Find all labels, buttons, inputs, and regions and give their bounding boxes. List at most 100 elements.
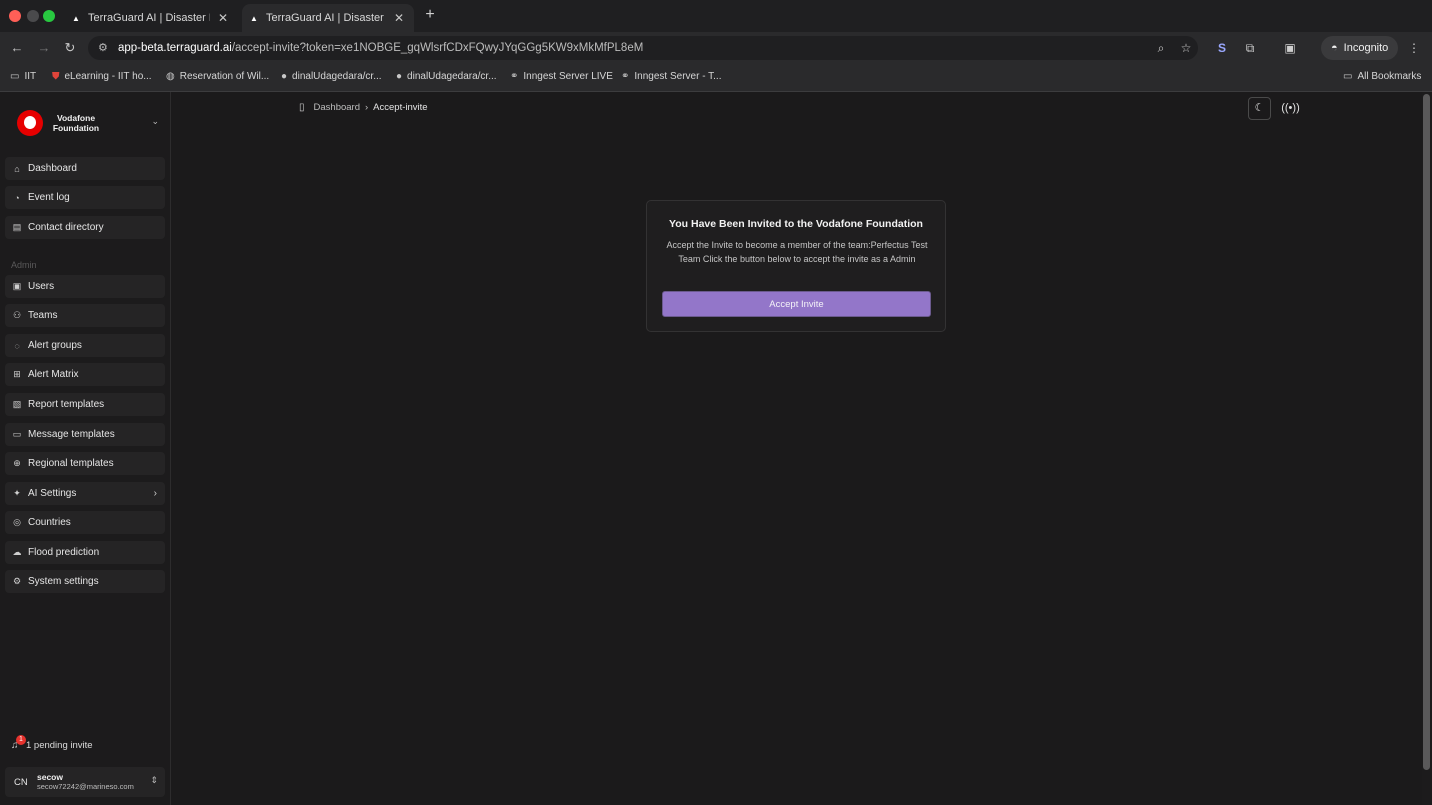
bookmark-item[interactable]: ⛊ eLearning - IIT ho... [52,71,152,82]
url-path: /accept-invite?token=xe1NOBGE_gqWlsrfCDx… [231,42,644,54]
link-icon: ⚭ [621,71,630,82]
back-arrow-icon[interactable]: ← [9,40,25,55]
theme-toggle-button[interactable]: ☾ [1248,97,1271,120]
link-icon: ⚭ [510,71,519,82]
github-icon: ● [281,71,288,82]
breadcrumb-dashboard[interactable]: Dashboard [314,102,360,113]
zoom-icon[interactable]: ⌕ [1153,41,1169,56]
all-bookmarks[interactable]: ▭ All Bookmarks [1343,71,1421,82]
chevron-up-down-icon: ⇕ [150,775,158,785]
bookmark-label: dinalUdagedara/cr... [407,71,497,82]
sidebar-item-regional-templates[interactable]: ⊕ Regional templates [5,452,165,475]
close-icon[interactable]: ✕ [216,11,230,25]
user-email: secow72242@marineso.com [37,782,134,791]
sidebar-item-contact-directory[interactable]: ▤ Contact directory [5,216,165,239]
folder-icon: ▭ [1343,71,1353,82]
incognito-icon: ◓ [1331,42,1338,54]
extension-s-icon[interactable]: S [1214,41,1230,55]
sidebar-item-label: Alert groups [28,340,82,351]
sidebar-item-alert-groups[interactable]: ◌ Alert groups [5,334,165,357]
scrollbar[interactable] [1422,92,1432,805]
notification-badge: 1 [16,735,26,745]
close-icon[interactable]: ✕ [392,11,406,25]
incognito-label: Incognito [1343,42,1389,54]
bookmark-star-icon[interactable]: ☆ [1178,41,1194,55]
sidebar: Vodafone Foundation ⌄ ⌂ Dashboard ◔ Even… [0,92,171,805]
extensions-puzzle-icon[interactable]: ⧉ [1242,41,1258,56]
sidebar-item-label: Flood prediction [28,547,100,558]
sidebar-item-countries[interactable]: ◎ Countries [5,511,165,534]
broadcast-button[interactable]: ((•)) [1279,97,1302,120]
sidebar-item-label: Dashboard [28,163,77,174]
bookmark-label: Inngest Server - T... [634,71,722,82]
sidebar-item-label: System settings [28,576,99,587]
sidebar-toggle-icon[interactable]: ▯ [299,102,305,113]
breadcrumb: ▯ Dashboard › Accept-invite [299,102,428,113]
sidebar-item-flood-prediction[interactable]: ☁ Flood prediction [5,541,165,564]
user-info: secow secow72242@marineso.com [37,772,134,792]
pending-invites-label: 1 pending invite [26,740,93,751]
sidebar-item-label: Report templates [28,399,105,410]
tab-search-icon[interactable]: ▣ [1282,41,1298,55]
home-icon: ⌂ [14,163,20,174]
reload-icon[interactable]: ↻ [62,40,78,56]
sidebar-item-ai-settings[interactable]: ✦ AI Settings › [5,482,165,505]
user-icon: ▣ [12,281,22,291]
browser-tab[interactable]: ▲ TerraGuard AI | Disaster Risk ✕ [64,4,238,32]
alert-icon: ◌ [14,340,20,351]
sidebar-item-report-templates[interactable]: ▧ Report templates [5,393,165,416]
close-window-button[interactable] [9,10,21,22]
sidebar-item-label: Contact directory [28,222,104,233]
bookmark-label: Reservation of Wil... [179,71,270,82]
terraguard-favicon-icon: ▲ [250,13,258,23]
tab-title: TerraGuard AI | Disaster Risk [266,12,386,24]
sidebar-item-event-log[interactable]: ◔ Event log [5,186,165,209]
minimize-window-button[interactable] [27,10,39,22]
breadcrumb-separator-icon: › [365,102,369,113]
globe-icon: ◍ [166,71,175,82]
sidebar-item-dashboard[interactable]: ⌂ Dashboard [5,157,165,180]
gear-icon: ⚙ [12,576,22,586]
forward-arrow-icon[interactable]: → [36,40,52,55]
bookmark-item[interactable]: ● dinalUdagedara/cr... [396,71,497,82]
message-icon: ▭ [12,429,22,439]
sidebar-item-teams[interactable]: ⚇ Teams [5,304,165,327]
bookmark-item[interactable]: ◍ Reservation of Wil... [166,71,269,82]
grid-icon: ⊞ [13,369,21,379]
bookmark-label: eLearning - IIT ho... [64,71,152,82]
broadcast-icon: ((•)) [1281,102,1300,114]
chevron-down-icon: ⌄ [151,116,159,126]
user-menu[interactable]: CN secow secow72242@marineso.com ⇕ [5,767,165,797]
scrollbar-thumb[interactable] [1423,94,1430,770]
site-info-icon[interactable]: ⚙ [98,41,108,54]
browser-tab-active[interactable]: ▲ TerraGuard AI | Disaster Risk ✕ [242,4,414,32]
all-bookmarks-label: All Bookmarks [1357,71,1422,82]
sparkles-icon: ✦ [13,488,21,498]
pending-invites[interactable]: ♫ 1 1 pending invite [11,735,93,751]
bell-icon: ♫ 1 [11,735,26,751]
maximize-window-button[interactable] [43,10,55,22]
sidebar-item-label: Teams [28,310,58,321]
bookmark-label: dinalUdagedara/cr... [292,71,382,82]
org-switcher[interactable]: Vodafone Foundation ⌄ [17,110,167,136]
sidebar-item-message-templates[interactable]: ▭ Message templates [5,423,165,446]
github-icon: ● [396,71,403,82]
more-menu-icon[interactable]: ⋮ [1406,41,1422,55]
sidebar-item-label: Countries [28,517,71,528]
bookmark-item[interactable]: ▭ IIT [10,71,36,82]
bookmark-item[interactable]: ⚭ Inngest Server - T... [621,71,721,82]
sidebar-item-system-settings[interactable]: ⚙ System settings [5,570,165,593]
invite-title: You Have Been Invited to the Vodafone Fo… [669,218,923,230]
tab-title: TerraGuard AI | Disaster Risk [88,12,210,24]
activity-icon: ◔ [14,192,20,203]
accept-invite-button[interactable]: Accept Invite [662,291,931,317]
bookmark-item[interactable]: ⚭ Inngest Server LIVE [510,71,613,82]
address-bar[interactable]: ⚙ app-beta.terraguard.ai/accept-invite?t… [88,36,1198,60]
bookmark-item[interactable]: ● dinalUdagedara/cr... [281,71,382,82]
sidebar-item-users[interactable]: ▣ Users [5,275,165,298]
incognito-indicator[interactable]: ◓ Incognito [1321,36,1399,60]
sidebar-item-alert-matrix[interactable]: ⊞ Alert Matrix [5,363,165,386]
tab-strip: ▲ TerraGuard AI | Disaster Risk ✕ ▲ Terr… [0,0,1432,32]
url-host: app-beta.terraguard.ai [118,42,232,54]
new-tab-icon[interactable]: + [422,6,438,24]
